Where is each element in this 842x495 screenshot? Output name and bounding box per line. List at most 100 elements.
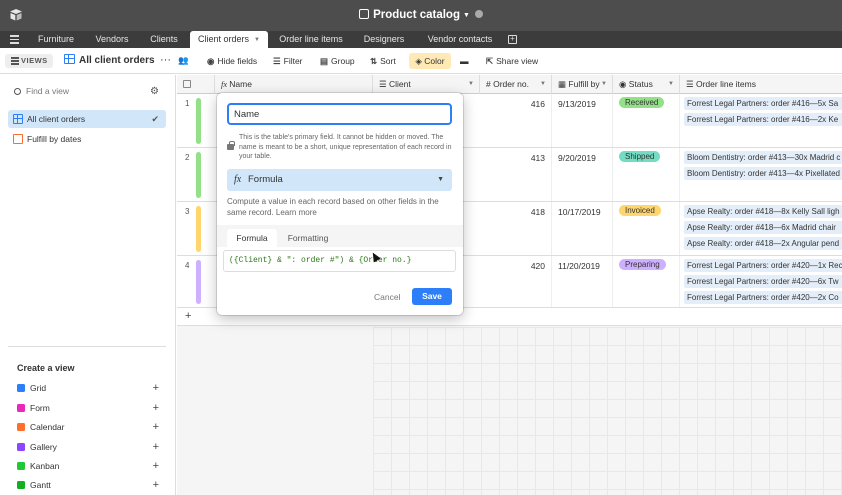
create-grid-view[interactable]: Grid + [17, 382, 159, 394]
tab-formatting[interactable]: Formatting [279, 229, 337, 247]
line-items-cell[interactable]: Forrest Legal Partners: order #416—5x Sa… [680, 94, 842, 147]
current-view-name[interactable]: All client orders [64, 54, 155, 66]
create-kanban-view[interactable]: Kanban + [17, 460, 159, 472]
collaborators-icon[interactable]: 👥 [178, 55, 189, 66]
column-header-order-line-items[interactable]: ☰ Order line items [680, 75, 842, 94]
field-type-description: Compute a value in each record based on … [227, 197, 439, 217]
tab-client-orders[interactable]: Client orders ▼ [190, 31, 268, 48]
line-items-cell[interactable]: Bloom Dentistry: order #413—30x Madrid c… [680, 148, 842, 201]
linked-record-chip[interactable]: Forrest Legal Partners: order #420—6x Tw [684, 275, 842, 288]
linked-record-chip[interactable]: Apse Realty: order #418—8x Kelly Sall li… [684, 205, 842, 218]
column-header-order-no[interactable]: # Order no. ▼ [480, 75, 552, 94]
chevron-down-icon[interactable]: ▼ [254, 37, 260, 43]
status-cell[interactable]: Preparing [613, 256, 680, 307]
fulfill-by-cell[interactable]: 10/17/2019 [552, 202, 613, 255]
fulfill-by-cell[interactable]: 9/20/2019 [552, 148, 613, 201]
cancel-button[interactable]: Cancel [374, 292, 400, 302]
linked-record-chip[interactable]: Forrest Legal Partners: order #420—2x Co [684, 291, 842, 304]
linked-record-chip[interactable]: Forrest Legal Partners: order #416—2x Ke [684, 113, 842, 126]
share-icon: ⇱ [486, 56, 494, 66]
plus-icon[interactable]: + [153, 402, 159, 414]
status-cell[interactable]: Shipped [613, 148, 680, 201]
database-icon [359, 9, 370, 19]
divider [8, 346, 166, 347]
plus-icon[interactable]: + [153, 382, 159, 394]
grid-view-icon [64, 54, 75, 64]
row-height-icon[interactable]: ▬ [460, 56, 469, 66]
tab-clients[interactable]: Clients [140, 31, 188, 48]
add-table-icon[interactable]: + [508, 35, 517, 44]
create-calendar-view[interactable]: Calendar + [17, 421, 159, 433]
plus-icon[interactable]: + [153, 460, 159, 472]
calendar-icon: ▦ [558, 79, 569, 89]
linked-record-chip[interactable]: Apse Realty: order #418—2x Angular pend [684, 237, 842, 250]
plus-icon[interactable]: + [153, 421, 159, 433]
find-view-input[interactable]: Find a view [14, 86, 69, 96]
menu-icon[interactable] [10, 35, 19, 44]
chevron-down-icon[interactable]: ▼ [668, 75, 674, 94]
order-no-cell[interactable]: 413 [480, 148, 552, 201]
create-gallery-view[interactable]: Gallery + [17, 441, 159, 453]
linked-record-chip[interactable]: Forrest Legal Partners: order #416—5x Sa [684, 97, 842, 110]
tab-formula[interactable]: Formula [227, 229, 277, 247]
views-toggle-button[interactable]: VIEWS [5, 54, 53, 68]
row-color-bar [196, 260, 201, 304]
create-form-view[interactable]: Form + [17, 402, 159, 414]
tab-furniture[interactable]: Furniture [28, 31, 84, 48]
info-icon[interactable] [474, 10, 483, 18]
share-view-button[interactable]: ⇱ Share view [486, 56, 538, 67]
eye-icon: ◉ [207, 56, 215, 66]
linked-record-chip[interactable]: Bloom Dentistry: order #413—4x Pixellate… [684, 167, 842, 180]
fulfill-by-cell[interactable]: 9/13/2019 [552, 94, 613, 147]
more-options-icon[interactable]: ··· [160, 54, 171, 66]
filter-icon: ☰ [273, 56, 281, 66]
save-button[interactable]: Save [412, 288, 452, 305]
filter-button[interactable]: ☰ Filter [273, 56, 303, 67]
line-items-cell[interactable]: Apse Realty: order #418—8x Kelly Sall li… [680, 202, 842, 255]
checkbox-icon [183, 80, 191, 88]
tab-order-line-items[interactable]: Order line items [272, 31, 350, 48]
status-badge: Shipped [619, 151, 661, 162]
sort-button[interactable]: ⇅ Sort [370, 56, 396, 67]
grid-header: fx Name ☰ Client ▼ # Order no. ▼ ▦ Fulfill… [177, 75, 842, 94]
gear-icon[interactable]: ⚙ [150, 86, 159, 97]
status-cell[interactable]: Invoiced [613, 202, 680, 255]
plus-icon[interactable]: + [153, 441, 159, 453]
chevron-down-icon[interactable]: ▼ [601, 75, 607, 94]
views-sidebar: Find a view ⚙ All client orders ✔ Fulfil… [0, 75, 176, 495]
linked-record-chip[interactable]: Apse Realty: order #418—6x Madrid chair [684, 221, 842, 234]
chevron-down-icon[interactable]: ▼ [468, 75, 474, 94]
fulfill-by-cell[interactable]: 11/20/2019 [552, 256, 613, 307]
column-header-client[interactable]: ☰ Client ▼ [373, 75, 480, 94]
sidebar-view-fulfill-by-dates[interactable]: Fulfill by dates [8, 130, 166, 148]
column-header-name[interactable]: fx Name [215, 75, 373, 94]
tab-vendors[interactable]: Vendors [86, 31, 138, 48]
tab-designers[interactable]: Designers [356, 31, 412, 48]
order-no-cell[interactable]: 416 [480, 94, 552, 147]
order-no-cell[interactable]: 420 [480, 256, 552, 307]
base-title[interactable]: Product catalog ▼ [0, 9, 842, 21]
plus-icon[interactable]: + [153, 479, 159, 491]
chevron-down-icon[interactable]: ▼ [540, 75, 546, 94]
linked-record-chip[interactable]: Forrest Legal Partners: order #420—1x Re… [684, 259, 842, 272]
table-tabs: Furniture Vendors Clients Client orders ▼… [0, 31, 842, 48]
select-all-checkbox[interactable] [177, 75, 215, 94]
column-header-status[interactable]: ◉ Status ▼ [613, 75, 680, 94]
field-type-select[interactable]: fx Formula ▼ [227, 169, 452, 191]
status-cell[interactable]: Received [613, 94, 680, 147]
formula-editor[interactable]: ({Client} & ": order #") & {Order no.} [223, 250, 456, 272]
group-button[interactable]: ▤ Group [320, 56, 355, 67]
plus-icon[interactable]: + [185, 310, 191, 322]
list-icon [11, 57, 19, 65]
order-no-cell[interactable]: 418 [480, 202, 552, 255]
tab-vendor-contacts[interactable]: Vendor contacts [418, 31, 502, 48]
field-name-input[interactable] [227, 103, 452, 125]
create-gantt-view[interactable]: Gantt + [17, 479, 159, 491]
formula-icon: fx [234, 174, 242, 185]
color-button[interactable]: ◈ Color [409, 53, 451, 69]
column-header-fulfill-by[interactable]: ▦ Fulfill by ▼ [552, 75, 613, 94]
line-items-cell[interactable]: Forrest Legal Partners: order #420—1x Re… [680, 256, 842, 307]
sidebar-view-all-client-orders[interactable]: All client orders ✔ [8, 110, 166, 128]
hide-fields-button[interactable]: ◉ Hide fields [207, 56, 257, 67]
linked-record-chip[interactable]: Bloom Dentistry: order #413—30x Madrid c [684, 151, 842, 164]
